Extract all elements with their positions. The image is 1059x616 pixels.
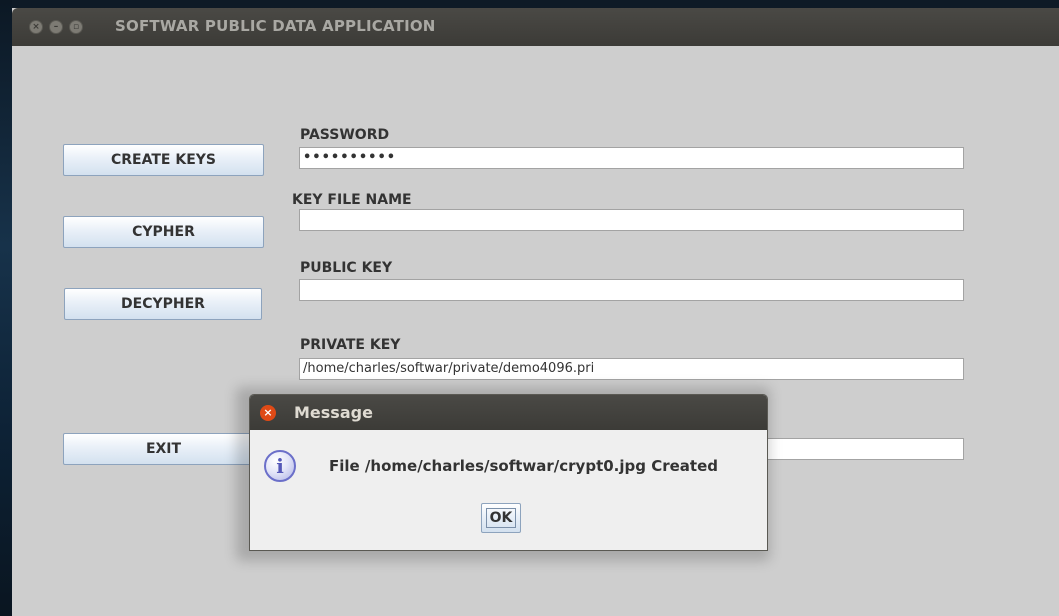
private-key-label: PRIVATE KEY	[300, 337, 401, 353]
window-title: SOFTWAR PUBLIC DATA APPLICATION	[115, 17, 436, 35]
password-label: PASSWORD	[300, 127, 390, 143]
public-key-label: PUBLIC KEY	[300, 260, 393, 276]
key-file-name-label: KEY FILE NAME	[292, 192, 412, 208]
private-key-field[interactable]: /home/charles/softwar/private/demo4096.p…	[299, 358, 964, 380]
key-file-name-field[interactable]	[299, 209, 964, 231]
window-maximize-icon[interactable]: ▫	[69, 20, 83, 34]
info-icon: i	[264, 450, 296, 482]
window-close-icon[interactable]: ×	[29, 20, 43, 34]
public-key-field[interactable]	[299, 279, 964, 301]
message-dialog: × Message i File /home/charles/softwar/c…	[249, 394, 768, 551]
exit-button[interactable]: EXIT	[63, 433, 264, 465]
ok-button[interactable]: OK	[481, 503, 521, 533]
ok-button-label: OK	[485, 508, 517, 528]
dialog-close-icon[interactable]: ×	[260, 405, 276, 421]
desktop-background	[0, 0, 12, 616]
decypher-button[interactable]: DECYPHER	[64, 288, 262, 320]
create-keys-button[interactable]: CREATE KEYS	[63, 144, 264, 176]
dialog-title: Message	[294, 403, 373, 422]
cypher-button[interactable]: CYPHER	[63, 216, 264, 248]
window-titlebar[interactable]: × – ▫ SOFTWAR PUBLIC DATA APPLICATION	[12, 8, 1059, 46]
dialog-titlebar[interactable]: × Message	[250, 395, 767, 430]
password-field[interactable]: ••••••••••	[299, 147, 964, 169]
window-minimize-icon[interactable]: –	[49, 20, 63, 34]
dialog-message: File /home/charles/softwar/crypt0.jpg Cr…	[329, 457, 718, 475]
